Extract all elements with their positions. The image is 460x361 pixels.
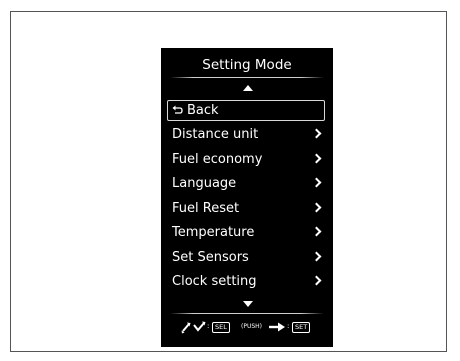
menu-item-label: Language: [172, 176, 237, 191]
bottom-divider: [170, 313, 324, 314]
menu-item-label: Distance unit: [172, 127, 259, 142]
menu-item-label: Clock setting: [172, 274, 257, 289]
set-key-badge: SET: [292, 322, 311, 333]
title-divider: [170, 77, 324, 78]
figure-frame: Setting Mode Back Distance unit Fuel eco…: [10, 11, 447, 352]
menu-item-back-text: Back: [172, 101, 219, 120]
menu-item-label: Fuel economy: [172, 151, 263, 167]
chevron-right-icon: [311, 251, 322, 261]
chevron-right-icon: [311, 275, 322, 286]
scroll-down-icon[interactable]: [243, 301, 253, 307]
menu-item-distance-unit[interactable]: Distance unit: [167, 124, 325, 145]
menu-item-label: Set Sensors: [172, 249, 249, 265]
menu-item-language[interactable]: Language: [167, 173, 325, 194]
menu-item-clock-setting[interactable]: Clock setting: [167, 271, 325, 292]
menu-item-set-sensors[interactable]: Set Sensors: [167, 247, 325, 268]
menu-item-label: Back: [187, 103, 219, 118]
menu-item-label: Temperature: [172, 225, 255, 240]
display-screen: Setting Mode Back Distance unit Fuel eco…: [161, 48, 333, 347]
menu-item-back[interactable]: Back: [167, 100, 325, 121]
rotate-knob-icon: [181, 321, 206, 334]
chevron-right-icon: [311, 128, 322, 139]
menu-item-fuel-economy[interactable]: Fuel economy: [167, 149, 325, 170]
menu-item-label: Fuel Reset: [172, 200, 240, 216]
sel-key-badge: SEL: [212, 322, 230, 333]
chevron-right-icon: [311, 177, 322, 188]
push-label: (PUSH): [241, 323, 263, 330]
chevron-right-icon: [311, 226, 322, 237]
sel-colon: :: [207, 322, 210, 330]
chevron-right-icon: [311, 202, 322, 212]
scroll-up-icon[interactable]: [243, 85, 253, 91]
menu-item-fuel-reset[interactable]: Fuel Reset: [167, 198, 325, 219]
set-colon: :: [287, 322, 290, 330]
chevron-right-icon: [311, 153, 322, 163]
menu-item-temperature[interactable]: Temperature: [167, 222, 325, 243]
push-arrow-icon: [269, 322, 285, 332]
control-legend: : SEL (PUSH) : SET: [161, 320, 333, 336]
screen-title: Setting Mode: [202, 57, 292, 73]
return-arrow-icon: [172, 105, 183, 114]
